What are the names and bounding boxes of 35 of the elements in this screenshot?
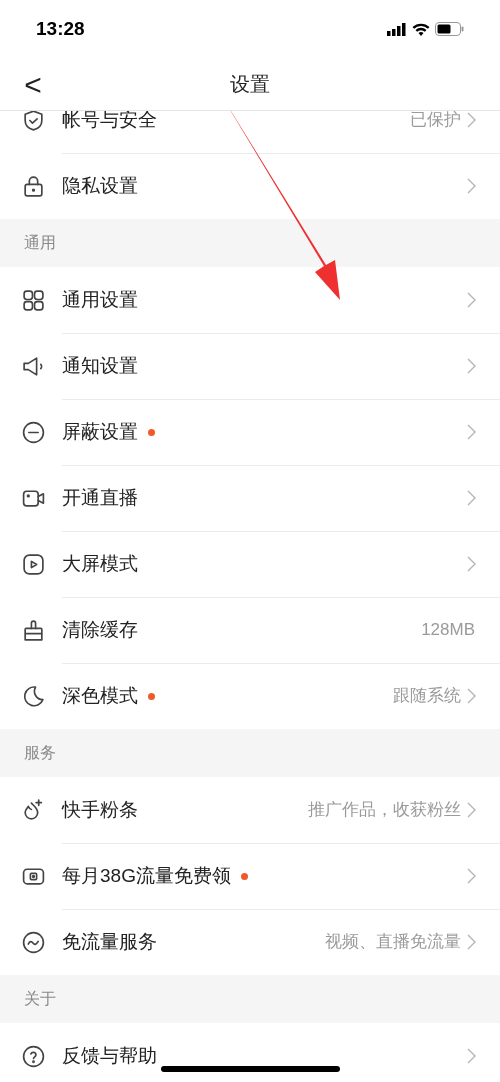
row-label: 屏蔽设置 [62,419,138,444]
row-label: 每月38G流量免费领 [62,863,231,888]
row-label: 通用设置 [62,287,138,312]
battery-icon [435,22,464,36]
section-title: 关于 [24,989,56,1009]
section-title: 通用 [24,233,56,253]
row-label: 深色模式 [62,683,138,708]
row-label: 免流量服务 [62,929,157,954]
wifi-icon [412,22,430,36]
row-value: 推广作品，收获粉丝 [308,799,461,822]
row-label: 通知设置 [62,353,138,378]
brush-icon [21,617,46,643]
row-label: 快手粉条 [62,797,138,822]
status-time: 13:28 [36,16,85,41]
section-title: 服务 [24,743,56,763]
signal-icon [387,22,407,36]
moon-icon [21,683,46,709]
row-value: 跟随系统 [393,685,461,708]
grid-icon [21,287,46,313]
wave-circle-icon [21,929,46,955]
help-icon [21,1043,46,1069]
row-label: 清除缓存 [62,617,138,642]
row-label: 开通直播 [62,485,138,510]
lock-icon [21,173,46,199]
row-label: 隐私设置 [62,173,138,198]
row-value: 已保护 [410,111,461,132]
row-value: 128MB [421,619,475,642]
row-label: 大屏模式 [62,551,138,576]
play-icon [21,551,46,577]
back-button[interactable]: < [18,70,48,100]
minus-circle-icon [21,419,46,445]
page-title: 设置 [230,72,270,97]
shield-check-icon [21,111,46,133]
row-value: 视频、直播免流量 [325,931,461,954]
row-label: 反馈与帮助 [62,1043,157,1068]
